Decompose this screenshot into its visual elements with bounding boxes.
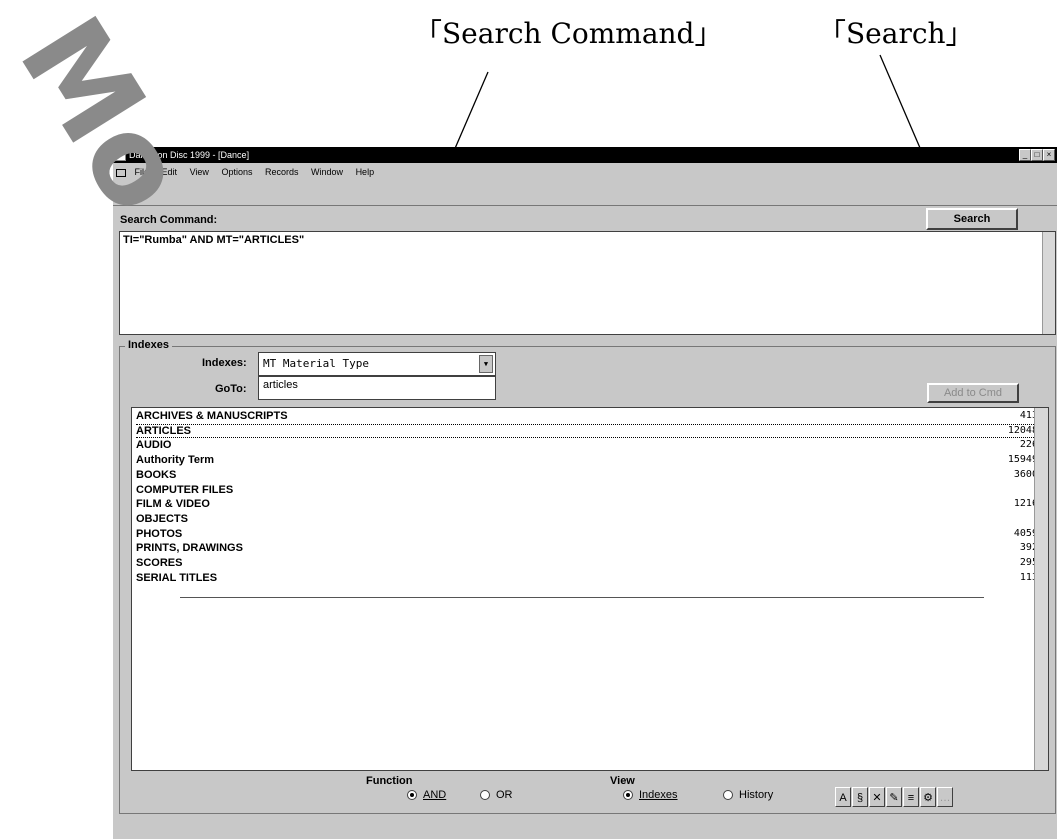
- list-item[interactable]: SERIAL TITLES 1130: [136, 571, 1044, 585]
- list-item-name: SERIAL TITLES: [136, 571, 218, 584]
- goto-label: GoTo:: [215, 383, 247, 395]
- list-item[interactable]: SCORES 2955: [136, 556, 1044, 570]
- function-or-label: OR: [496, 789, 513, 801]
- list-item[interactable]: OBJECTS1: [136, 512, 1044, 526]
- list-item-name: PHOTOS: [136, 527, 183, 540]
- function-or-option[interactable]: OR: [480, 789, 513, 801]
- title-bar: Dance on Disc 1999 - [Dance] _ □ ×: [113, 147, 1057, 163]
- index-list-scrollbar[interactable]: [1034, 408, 1048, 770]
- view-history-option[interactable]: History: [723, 789, 773, 801]
- add-to-cmd-button[interactable]: Add to Cmd: [927, 383, 1019, 403]
- settings-tool-icon[interactable]: ⚙: [920, 787, 936, 807]
- list-item-name: PRINTS, DRAWINGS: [136, 542, 243, 555]
- indexes-label: Indexes:: [202, 357, 247, 369]
- toolbar-strip: [113, 181, 1057, 206]
- goto-input[interactable]: articles: [258, 376, 496, 400]
- index-select[interactable]: MT Material Type ▼: [258, 352, 496, 376]
- list-item-name: OBJECTS: [136, 512, 188, 525]
- menu-records[interactable]: Records: [265, 163, 299, 181]
- chevron-down-icon[interactable]: ▼: [479, 355, 493, 373]
- minimize-button[interactable]: _: [1019, 149, 1031, 161]
- app-window: Dance on Disc 1999 - [Dance] _ □ × File …: [113, 147, 1057, 839]
- list-item[interactable]: PRINTS, DRAWINGS 3927: [136, 541, 1044, 555]
- list-item[interactable]: PHOTOS 40591: [136, 527, 1044, 541]
- font-tool-icon[interactable]: A: [835, 787, 851, 807]
- bottom-toolbar: A § ✕ ✎ ≡ ⚙ …: [835, 787, 959, 809]
- search-command-input[interactable]: TI="Rumba" AND MT="ARTICLES": [119, 231, 1056, 335]
- edit-tool-icon[interactable]: ✎: [886, 787, 902, 807]
- menu-help[interactable]: Help: [356, 163, 375, 181]
- index-select-value: MT Material Type: [263, 357, 369, 370]
- list-item-name: BOOKS: [136, 468, 177, 481]
- view-indexes-label: Indexes: [639, 789, 678, 801]
- index-list[interactable]: ARCHIVES & MANUSCRIPTS 4131 ARTICLES 120484…: [131, 407, 1049, 771]
- list-item-name: Authority Term: [136, 454, 215, 467]
- indexes-group-label: Indexes: [125, 339, 172, 351]
- more-tool-icon[interactable]: …: [937, 787, 953, 807]
- cut-tool-icon[interactable]: ✕: [869, 787, 885, 807]
- list-item[interactable]: Authority Term 159496: [136, 453, 1044, 467]
- list-item[interactable]: ARCHIVES & MANUSCRIPTS 4131: [136, 409, 1044, 423]
- maximize-button[interactable]: □: [1031, 149, 1043, 161]
- list-item[interactable]: COMPUTER FILES3: [136, 483, 1044, 497]
- list-separator: [180, 597, 984, 598]
- command-scrollbar[interactable]: [1042, 232, 1055, 334]
- section-tool-icon[interactable]: §: [852, 787, 868, 807]
- list-tool-icon[interactable]: ≡: [903, 787, 919, 807]
- menu-bar: File Edit View Options Records Window He…: [113, 163, 1057, 181]
- list-item[interactable]: AUDIO 2267: [136, 438, 1044, 452]
- radio-history-icon[interactable]: [723, 790, 733, 801]
- menu-options[interactable]: Options: [221, 163, 252, 181]
- menu-window[interactable]: Window: [311, 163, 343, 181]
- view-history-label: History: [739, 789, 774, 801]
- list-item[interactable]: ARTICLES 120484: [136, 423, 1044, 438]
- function-and-option[interactable]: AND: [407, 789, 446, 801]
- radio-indexes-icon[interactable]: [623, 790, 633, 801]
- view-indexes-option[interactable]: Indexes: [623, 789, 678, 801]
- list-item[interactable]: FILM & VIDEO 12166: [136, 497, 1044, 511]
- search-button[interactable]: Search: [926, 208, 1018, 230]
- search-command-label: Search Command:: [120, 214, 218, 226]
- radio-and-icon[interactable]: [407, 790, 417, 801]
- list-item-name: ARTICLES: [136, 424, 191, 437]
- list-item[interactable]: BOOKS 36005: [136, 468, 1044, 482]
- view-label: View: [610, 775, 635, 787]
- radio-or-icon[interactable]: [480, 790, 490, 801]
- search-query-text: TI="Rumba" AND MT="ARTICLES": [123, 234, 305, 246]
- list-item-name: SCORES: [136, 557, 183, 569]
- function-label: Function: [366, 775, 413, 787]
- list-item-name: ARCHIVES & MANUSCRIPTS: [136, 410, 288, 422]
- list-item-name: COMPUTER FILES: [136, 483, 234, 496]
- close-button[interactable]: ×: [1043, 149, 1055, 161]
- function-and-label: AND: [423, 789, 447, 801]
- list-item-name: AUDIO: [136, 439, 172, 452]
- list-item-name: FILM & VIDEO: [136, 498, 210, 511]
